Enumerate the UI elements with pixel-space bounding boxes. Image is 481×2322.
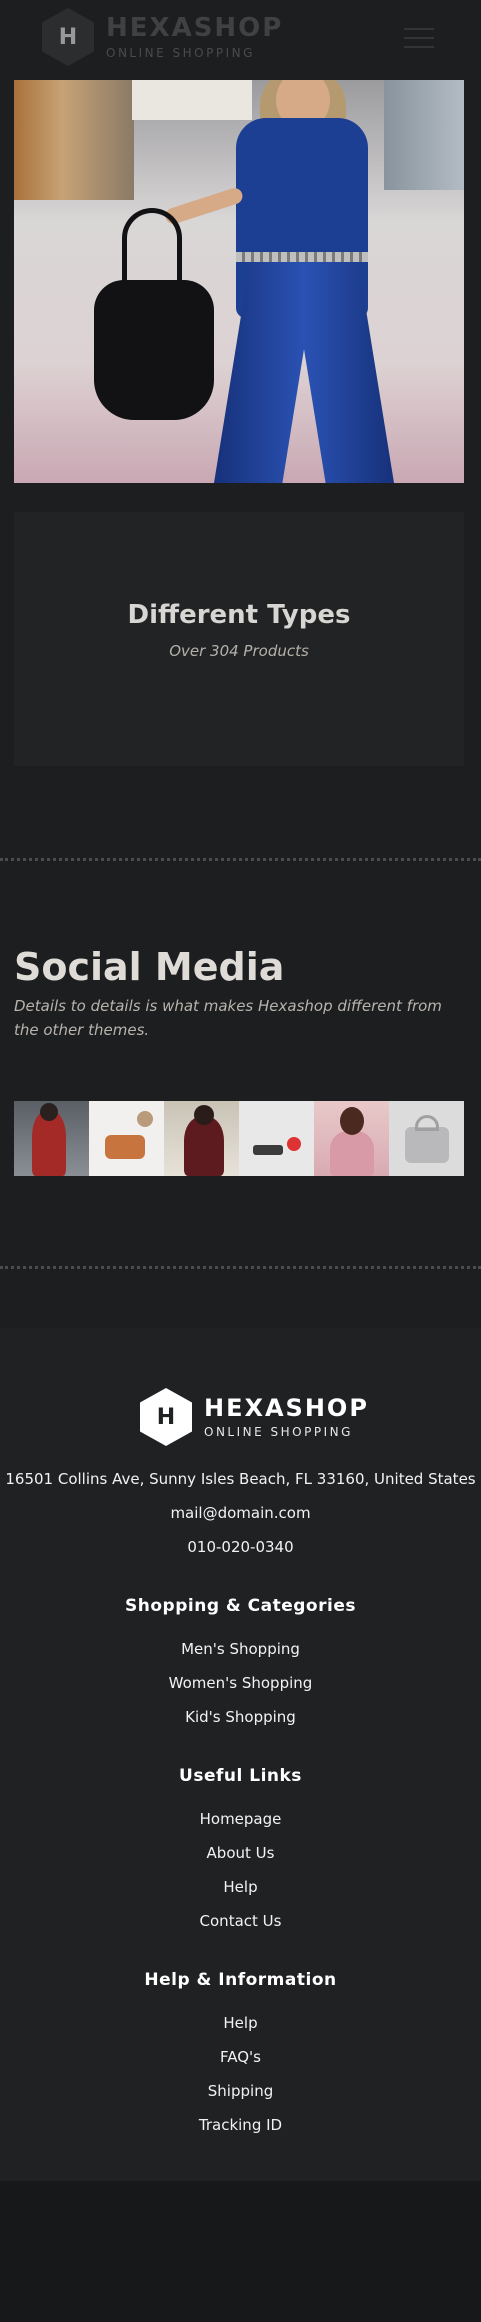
brand-tagline: ONLINE SHOPPING (106, 46, 255, 60)
footer-section-title: Useful Links (179, 1766, 302, 1786)
footer-link-kids-shopping[interactable]: Kid's Shopping (0, 1708, 481, 1726)
types-title: Different Types (127, 600, 351, 630)
footer-phone: 010-020-0340 (187, 1538, 294, 1556)
section-divider (0, 858, 481, 861)
social-gallery (14, 1101, 464, 1176)
footer-link-about-us[interactable]: About Us (0, 1844, 481, 1862)
site-header: H HEXASHOP ONLINE SHOPPING (0, 0, 481, 80)
section-divider (0, 1266, 481, 1269)
different-types-card[interactable]: Different Types Over 304 Products (14, 512, 464, 766)
gallery-tile[interactable] (164, 1101, 239, 1176)
brand-name: HEXASHOP (106, 13, 284, 43)
brand-name: HEXASHOP (204, 1394, 369, 1422)
footer-link-womens-shopping[interactable]: Women's Shopping (0, 1674, 481, 1692)
logo-letter: H (58, 24, 78, 50)
brand-tagline: ONLINE SHOPPING (204, 1425, 353, 1439)
types-subtitle: Over 304 Products (169, 642, 309, 660)
footer-link-help[interactable]: Help (0, 1878, 481, 1896)
gallery-tile[interactable] (389, 1101, 464, 1176)
site-footer: H HEXASHOP ONLINE SHOPPING 16501 Collins… (0, 1328, 481, 2181)
social-media-description: Details to details is what makes Hexasho… (14, 997, 442, 1039)
logo-text: HEXASHOP ONLINE SHOPPING (106, 15, 283, 59)
footer-link-shipping[interactable]: Shipping (0, 2082, 481, 2100)
hero-fashion-image (14, 80, 464, 483)
gallery-tile[interactable] (14, 1101, 89, 1176)
footer-link-contact-us[interactable]: Contact Us (0, 1912, 481, 1930)
gallery-tile[interactable] (314, 1101, 389, 1176)
footer-address: 16501 Collins Ave, Sunny Isles Beach, FL… (5, 1470, 476, 1488)
social-media-title: Social Media (14, 945, 285, 989)
logo-letter: H (156, 1404, 176, 1430)
logo-hexagon-icon: H (140, 1388, 192, 1446)
page-bottom-band (0, 2181, 481, 2322)
footer-email-link[interactable]: mail@domain.com (0, 1504, 481, 1522)
gallery-tile[interactable] (239, 1101, 314, 1176)
header-logo[interactable]: H HEXASHOP ONLINE SHOPPING (42, 8, 283, 66)
footer-link-mens-shopping[interactable]: Men's Shopping (0, 1640, 481, 1658)
footer-link-faqs[interactable]: FAQ's (0, 2048, 481, 2066)
footer-link-homepage[interactable]: Homepage (0, 1810, 481, 1828)
footer-link-tracking-id[interactable]: Tracking ID (0, 2116, 481, 2134)
hamburger-menu-icon[interactable] (404, 28, 434, 50)
logo-text: HEXASHOP ONLINE SHOPPING (204, 1396, 369, 1438)
footer-logo[interactable]: H HEXASHOP ONLINE SHOPPING (140, 1388, 369, 1446)
logo-hexagon-icon: H (42, 8, 94, 66)
gallery-tile[interactable] (89, 1101, 164, 1176)
footer-link-help[interactable]: Help (0, 2014, 481, 2032)
footer-section-title: Help & Information (144, 1970, 337, 1990)
footer-section-title: Shopping & Categories (125, 1596, 356, 1616)
